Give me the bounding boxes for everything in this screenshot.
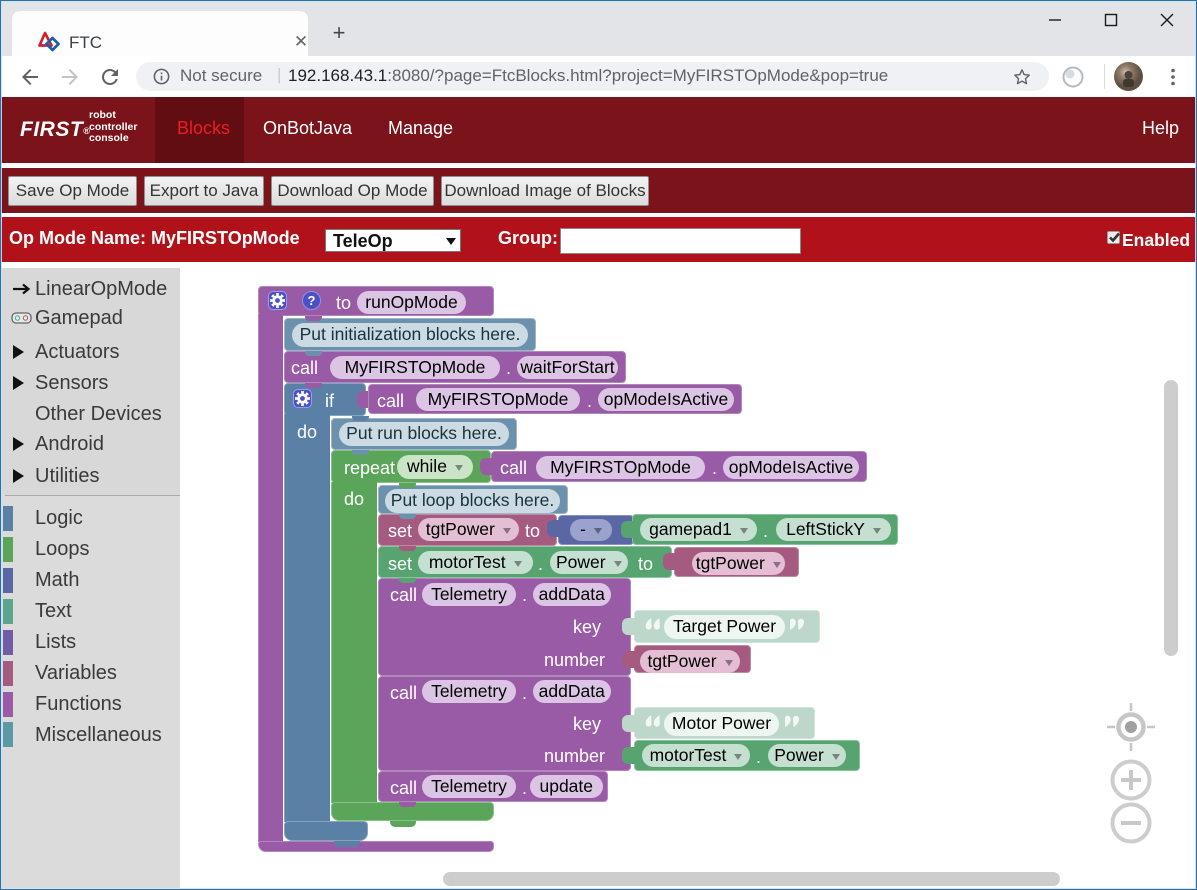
- svg-text:?: ?: [308, 293, 316, 308]
